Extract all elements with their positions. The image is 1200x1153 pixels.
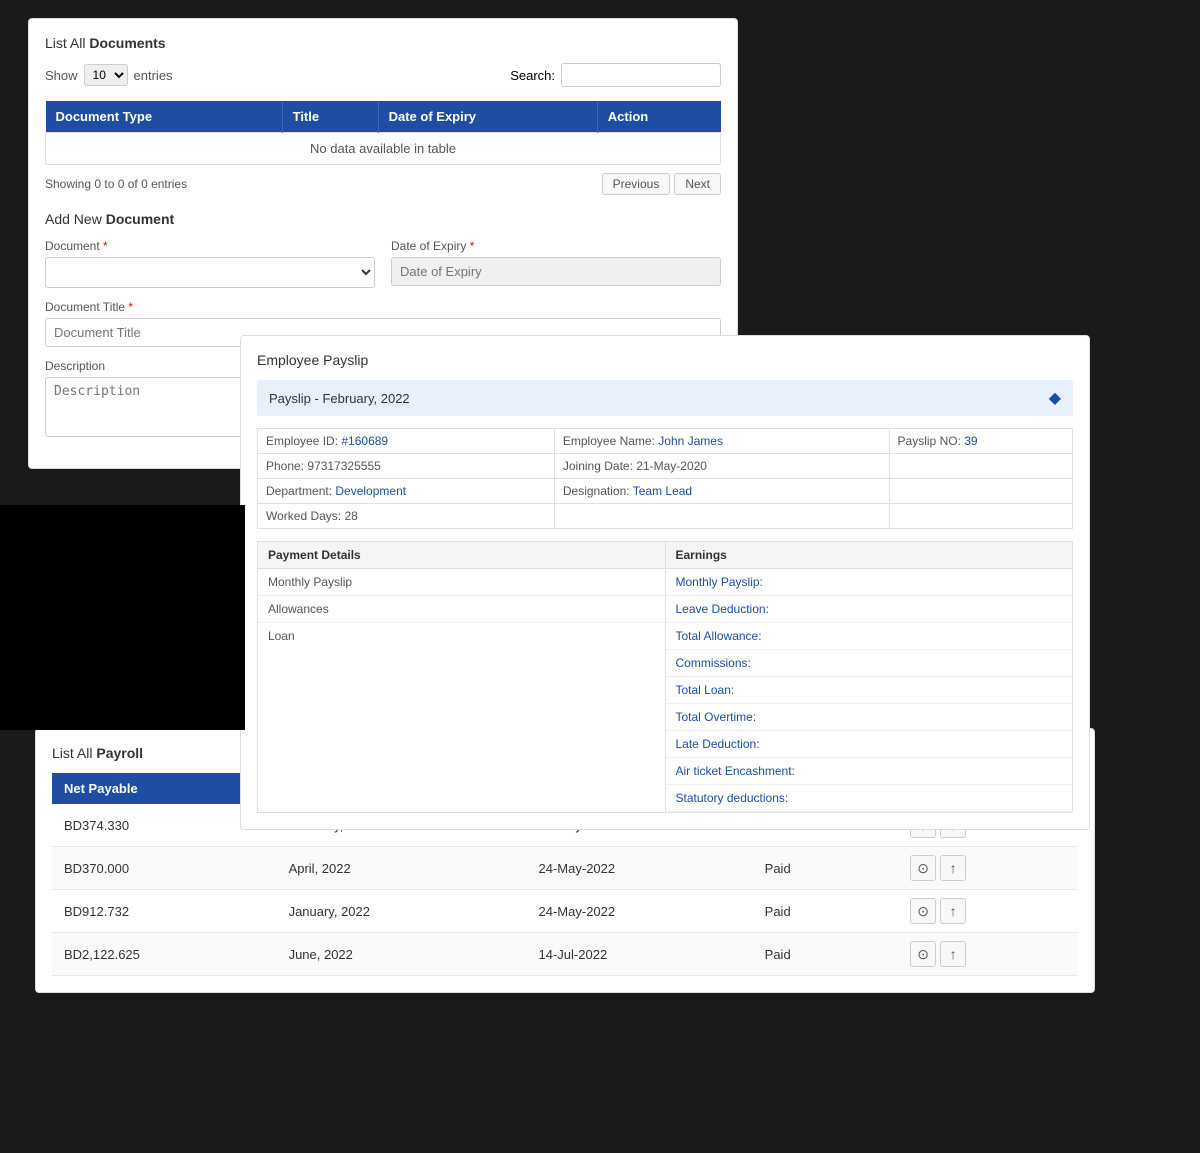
table-row: BD2,122.625 June, 2022 14-Jul-2022 Paid … [52, 933, 1078, 976]
cell-payroll-date: 14-Jul-2022 [527, 933, 753, 976]
earning-air-ticket: Air ticket Encashment: [666, 758, 1073, 785]
payment-item-monthly: Monthly Payslip [258, 569, 665, 596]
payment-section: Payment Details Monthly Payslip Allowanc… [257, 541, 1073, 813]
pagination: Previous Next [602, 173, 721, 195]
payslip-no-label: Payslip NO: 39 [889, 429, 1072, 454]
earning-monthly: Monthly Payslip: [666, 569, 1073, 596]
designation-label: Designation: Team Lead [554, 479, 889, 504]
payment-details-left: Payment Details Monthly Payslip Allowanc… [257, 541, 666, 813]
view-action-button[interactable]: ⊙ [910, 941, 936, 967]
col-date-expiry: Date of Expiry [378, 101, 597, 133]
payslip-panel: Employee Payslip Payslip - February, 202… [240, 335, 1090, 830]
cell-status: Paid [753, 933, 899, 976]
dept-label: Department: Development [258, 479, 555, 504]
payslip-period: Payslip - February, 2022 [269, 391, 410, 406]
upload-action-button[interactable]: ↑ [940, 898, 966, 924]
date-expiry-field-group: Date of Expiry * [391, 239, 721, 288]
earning-late-deduction: Late Deduction: [666, 731, 1073, 758]
col-title: Title [282, 101, 378, 133]
cell-salary-month: April, 2022 [277, 847, 527, 890]
payment-details-header: Payment Details [258, 542, 665, 569]
worked-days-label: Worked Days: 28 [258, 504, 555, 529]
view-action-button[interactable]: ⊙ [910, 898, 936, 924]
document-select[interactable] [45, 257, 375, 288]
table-row: BD370.000 April, 2022 24-May-2022 Paid ⊙… [52, 847, 1078, 890]
prev-button[interactable]: Previous [602, 173, 671, 195]
payslip-title: Employee Payslip [257, 352, 1073, 368]
documents-title: List All Documents [45, 35, 721, 51]
emp-name-label: Employee Name: John James [554, 429, 889, 454]
add-new-title: Add New Document [45, 211, 721, 227]
cell-action: ⊙ ↑ [898, 890, 1078, 933]
cell-action: ⊙ ↑ [898, 847, 1078, 890]
view-action-button[interactable]: ⊙ [910, 855, 936, 881]
payslip-period-header: Payslip - February, 2022 ◆ [257, 380, 1073, 416]
cell-net-payable: BD912.732 [52, 890, 277, 933]
entries-label: entries [134, 68, 173, 83]
cell-status: Paid [753, 890, 899, 933]
payment-item-loan: Loan [258, 623, 665, 649]
doc-title-label: Document Title * [45, 300, 721, 314]
earning-leave: Leave Deduction: [666, 596, 1073, 623]
next-button[interactable]: Next [674, 173, 721, 195]
upload-action-button[interactable]: ↑ [940, 941, 966, 967]
payslip-info-table: Employee ID: #160689 Employee Name: John… [257, 428, 1073, 529]
earning-total-allowance: Total Allowance: [666, 623, 1073, 650]
form-row-1: Document * Date of Expiry * [45, 239, 721, 288]
date-expiry-input[interactable] [391, 257, 721, 286]
cell-salary-month: January, 2022 [277, 890, 527, 933]
table-row: BD912.732 January, 2022 24-May-2022 Paid… [52, 890, 1078, 933]
earning-total-loan: Total Loan: [666, 677, 1073, 704]
phone-label: Phone: 97317325555 [258, 454, 555, 479]
joining-date-label: Joining Date: 21-May-2020 [554, 454, 889, 479]
earning-commissions: Commissions: [666, 650, 1073, 677]
earnings-header: Earnings [666, 542, 1073, 569]
cell-salary-month: June, 2022 [277, 933, 527, 976]
table-empty-row: No data available in table [46, 133, 721, 165]
document-field-group: Document * [45, 239, 375, 288]
payment-details-right: Earnings Monthly Payslip: Leave Deductio… [666, 541, 1074, 813]
collapse-button[interactable]: ◆ [1049, 388, 1061, 408]
table-footer: Showing 0 to 0 of 0 entries Previous Nex… [45, 173, 721, 195]
cell-action: ⊙ ↑ [898, 933, 1078, 976]
documents-table: Document Type Title Date of Expiry Actio… [45, 101, 721, 165]
document-label: Document * [45, 239, 375, 253]
no-data-message: No data available in table [46, 133, 721, 165]
col-action: Action [597, 101, 720, 133]
search-label: Search: [510, 68, 555, 83]
entries-select[interactable]: 10 25 50 [84, 64, 128, 86]
payment-item-allowances: Allowances [258, 596, 665, 623]
showing-text: Showing 0 to 0 of 0 entries [45, 177, 187, 191]
black-overlay [0, 505, 245, 730]
cell-payroll-date: 24-May-2022 [527, 847, 753, 890]
date-expiry-label: Date of Expiry * [391, 239, 721, 253]
search-input[interactable] [561, 63, 721, 87]
cell-status: Paid [753, 847, 899, 890]
show-entries-row: Show 10 25 50 entries [45, 64, 173, 86]
upload-action-button[interactable]: ↑ [940, 855, 966, 881]
col-document-type: Document Type [46, 101, 283, 133]
earning-total-overtime: Total Overtime: [666, 704, 1073, 731]
search-row: Search: [510, 63, 721, 87]
emp-id-label: Employee ID: #160689 [258, 429, 555, 454]
cell-net-payable: BD370.000 [52, 847, 277, 890]
cell-payroll-date: 24-May-2022 [527, 890, 753, 933]
show-label: Show [45, 68, 78, 83]
cell-net-payable: BD2,122.625 [52, 933, 277, 976]
earning-statutory: Statutory deductions: [666, 785, 1073, 812]
